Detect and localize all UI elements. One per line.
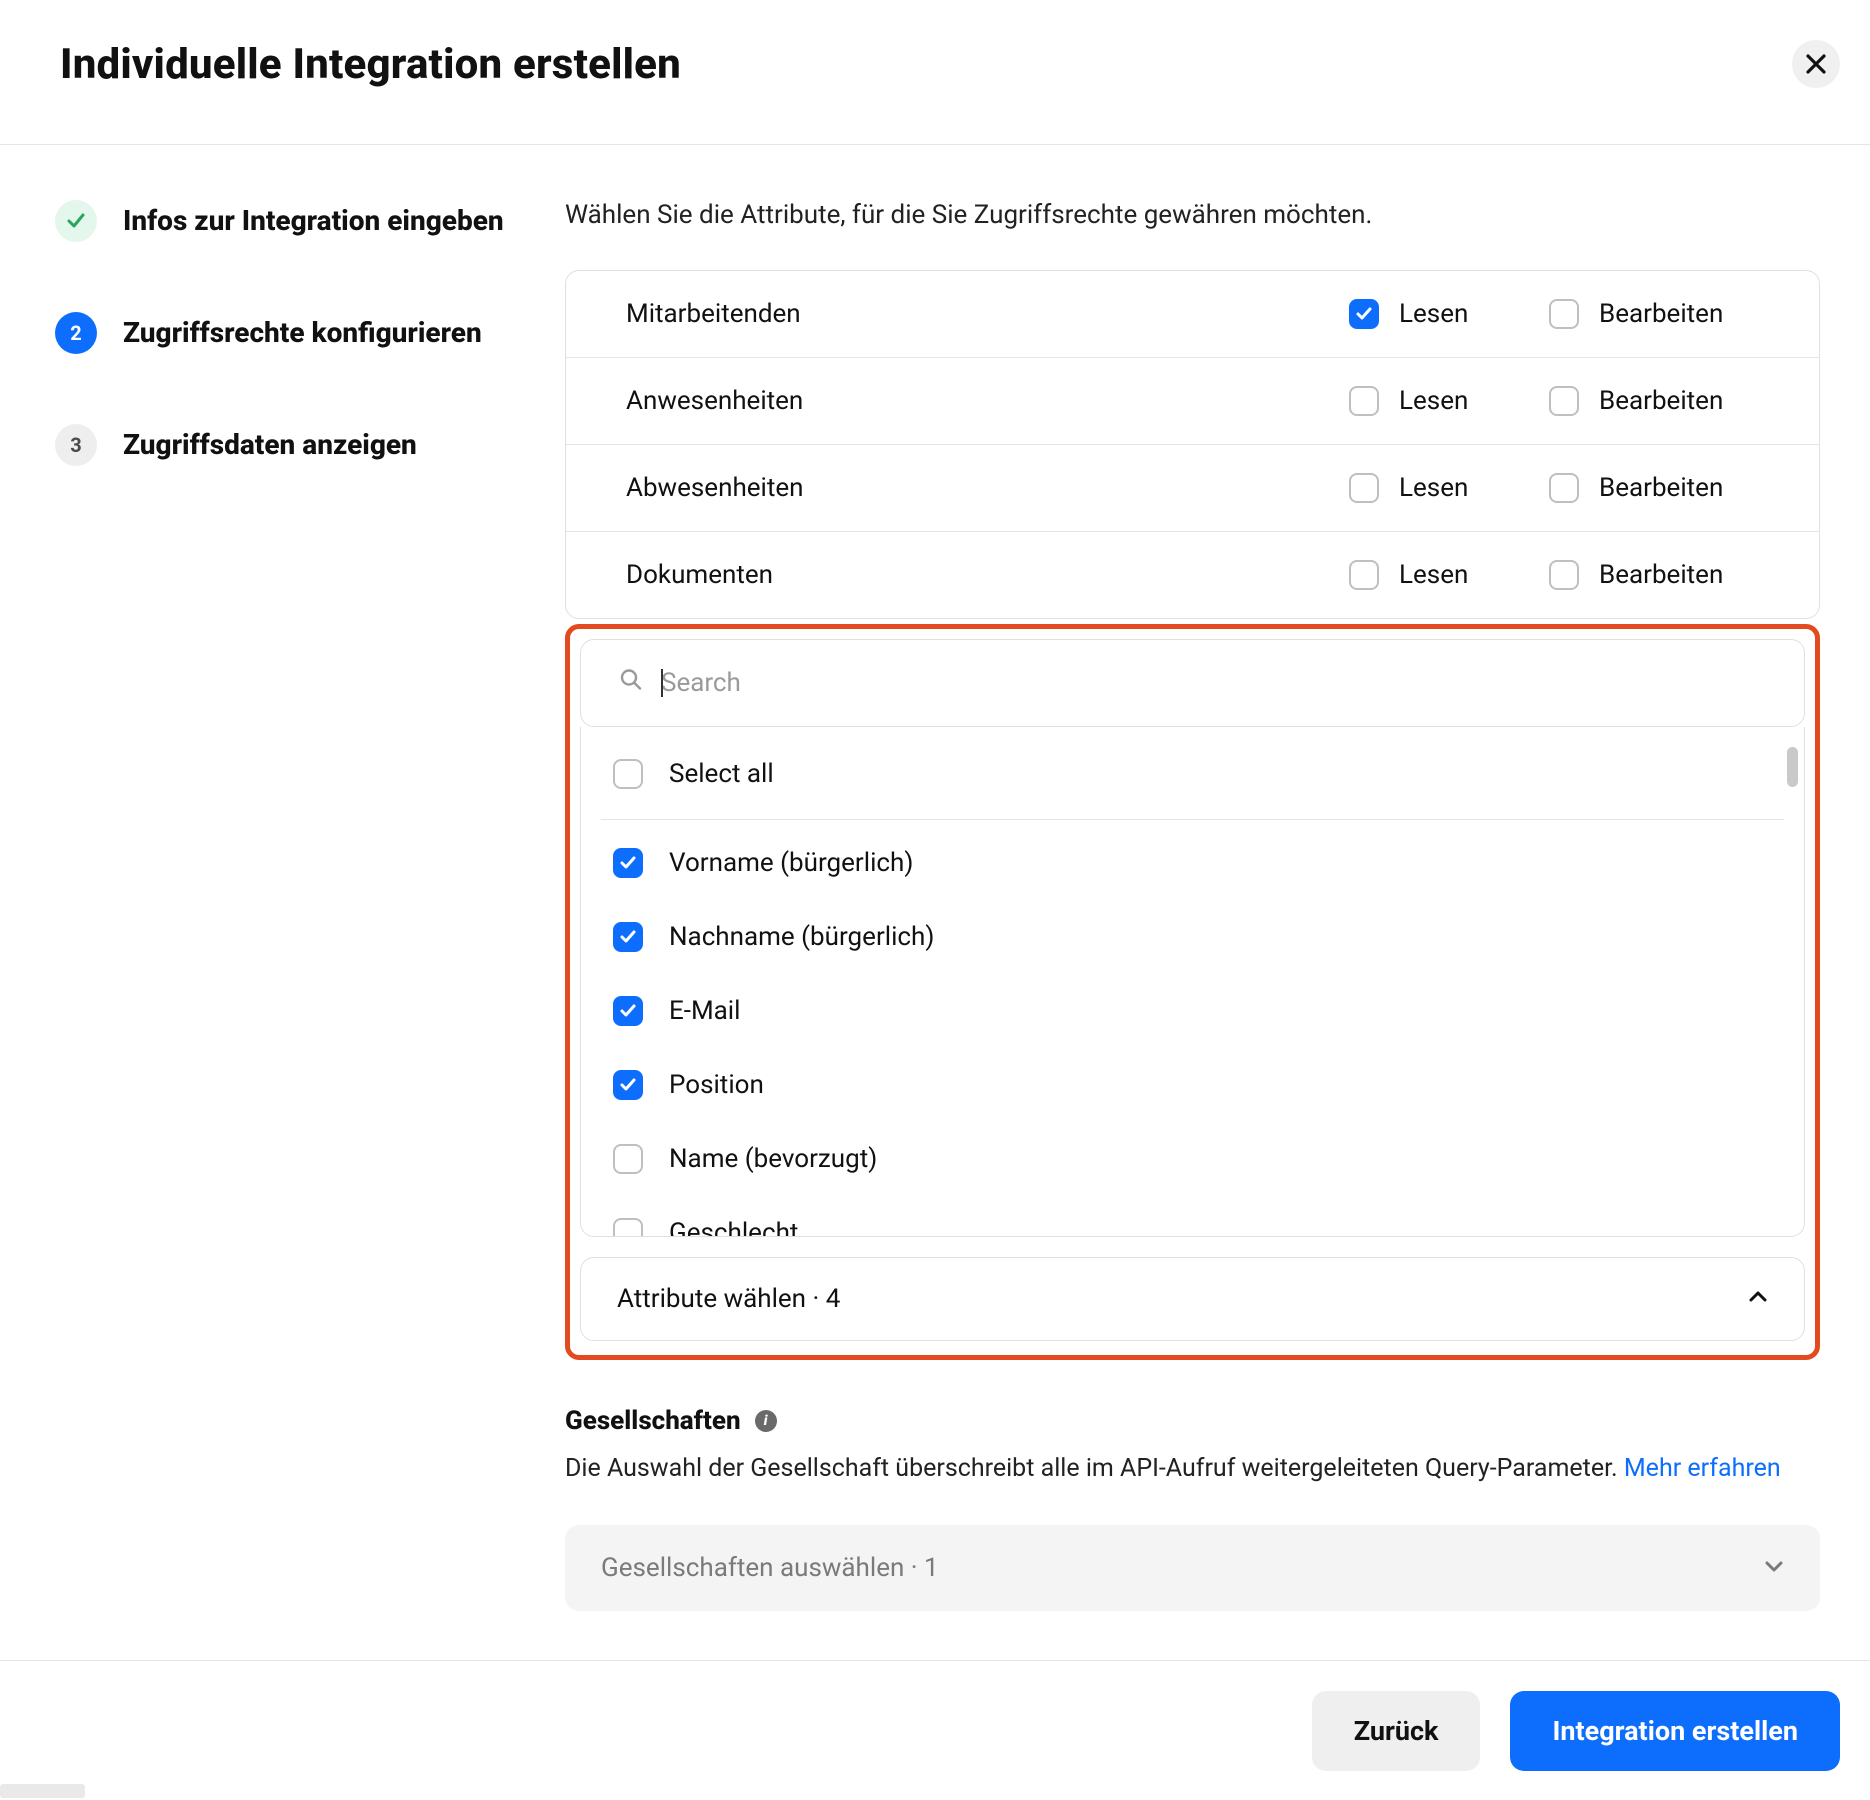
step-3-title: Zugriffsdaten anzeigen xyxy=(123,424,417,464)
step-3-badge: 3 xyxy=(55,424,97,466)
checkbox[interactable] xyxy=(1549,386,1579,416)
checkbox[interactable] xyxy=(1349,299,1379,329)
search-icon xyxy=(619,668,643,699)
attribute-option[interactable]: Vorname (bürgerlich) xyxy=(581,826,1804,900)
checkbox[interactable] xyxy=(1349,473,1379,503)
companies-select-label: Gesellschaften auswählen · 1 xyxy=(601,1553,939,1583)
checkbox[interactable] xyxy=(613,996,643,1026)
checkbox[interactable] xyxy=(613,922,643,952)
close-button[interactable] xyxy=(1792,40,1840,88)
permission-edit[interactable]: Bearbeiten xyxy=(1549,473,1769,503)
step-2-title: Zugriffsrechte konfigurieren xyxy=(123,312,482,352)
create-integration-button[interactable]: Integration erstellen xyxy=(1510,1691,1840,1771)
page-title: Individuelle Integration erstellen xyxy=(60,40,1810,89)
permission-row: Abwesenheiten Lesen Bearbeiten xyxy=(566,445,1819,532)
attribute-summary-toggle[interactable]: Attribute wählen · 4 xyxy=(580,1257,1805,1341)
checkbox[interactable] xyxy=(1349,386,1379,416)
attribute-option[interactable]: Position xyxy=(581,1048,1804,1122)
companies-heading: Gesellschaften i xyxy=(565,1406,1820,1436)
step-3[interactable]: 3 Zugriffsdaten anzeigen xyxy=(55,424,535,466)
permission-row: Mitarbeitenden Lesen Bearbeiten xyxy=(566,271,1819,358)
search-placeholder: Search xyxy=(661,668,741,698)
select-all-option[interactable]: Select all xyxy=(581,737,1804,811)
checkbox[interactable] xyxy=(613,1070,643,1100)
permission-name: Anwesenheiten xyxy=(626,386,1349,416)
close-icon xyxy=(1805,53,1827,75)
permission-read[interactable]: Lesen xyxy=(1349,386,1549,416)
info-icon[interactable]: i xyxy=(755,1410,777,1432)
checkbox[interactable] xyxy=(1549,560,1579,590)
permission-read[interactable]: Lesen xyxy=(1349,560,1549,590)
permissions-table: Mitarbeitenden Lesen Bearbeiten Anwesenh… xyxy=(565,270,1820,619)
permission-edit[interactable]: Bearbeiten xyxy=(1549,386,1769,416)
permission-name: Dokumenten xyxy=(626,560,1349,590)
attribute-option[interactable]: Geschlecht xyxy=(581,1196,1804,1237)
checkbox[interactable] xyxy=(613,759,643,789)
permission-read[interactable]: Lesen xyxy=(1349,299,1549,329)
learn-more-link[interactable]: Mehr erfahren xyxy=(1624,1454,1781,1483)
attribute-selector-highlight: Search Select all Vorname (bürgerlich) N… xyxy=(565,624,1820,1360)
step-2[interactable]: 2 Zugriffsrechte konfigurieren xyxy=(55,312,535,354)
permission-read[interactable]: Lesen xyxy=(1349,473,1549,503)
attribute-option[interactable]: Nachname (bürgerlich) xyxy=(581,900,1804,974)
attribute-summary-label: Attribute wählen · 4 xyxy=(617,1284,840,1314)
permission-edit[interactable]: Bearbeiten xyxy=(1549,299,1769,329)
attribute-option[interactable]: E-Mail xyxy=(581,974,1804,1048)
attribute-option[interactable]: Name (bevorzugt) xyxy=(581,1122,1804,1196)
checkbox[interactable] xyxy=(613,848,643,878)
checkbox[interactable] xyxy=(1349,560,1379,590)
permission-row: Anwesenheiten Lesen Bearbeiten xyxy=(566,358,1819,445)
permission-name: Abwesenheiten xyxy=(626,473,1349,503)
checkbox[interactable] xyxy=(613,1218,643,1237)
permission-row: Dokumenten Lesen Bearbeiten xyxy=(566,532,1819,618)
chevron-up-icon xyxy=(1748,1284,1768,1314)
progress-track xyxy=(0,1784,85,1798)
divider xyxy=(601,819,1784,820)
step-1[interactable]: Infos zur Integration eingeben xyxy=(55,200,535,242)
checkbox[interactable] xyxy=(613,1144,643,1174)
permission-name: Mitarbeitenden xyxy=(626,299,1349,329)
stepper: Infos zur Integration eingeben 2 Zugriff… xyxy=(55,200,535,1625)
check-icon xyxy=(55,200,97,242)
step-2-badge: 2 xyxy=(55,312,97,354)
scrollbar-thumb[interactable] xyxy=(1787,747,1798,787)
attribute-list[interactable]: Select all Vorname (bürgerlich) Nachname… xyxy=(580,727,1805,1237)
permission-edit[interactable]: Bearbeiten xyxy=(1549,560,1769,590)
search-input[interactable]: Search xyxy=(580,639,1805,727)
checkbox[interactable] xyxy=(1549,299,1579,329)
back-button[interactable]: Zurück xyxy=(1312,1691,1481,1771)
checkbox[interactable] xyxy=(1549,473,1579,503)
companies-select[interactable]: Gesellschaften auswählen · 1 xyxy=(565,1525,1820,1611)
lead-text: Wählen Sie die Attribute, für die Sie Zu… xyxy=(565,200,1820,230)
companies-description: Die Auswahl der Gesellschaft überschreib… xyxy=(565,1450,1820,1489)
step-1-title: Infos zur Integration eingeben xyxy=(123,200,504,240)
chevron-down-icon xyxy=(1764,1553,1784,1583)
text-caret xyxy=(661,669,663,697)
